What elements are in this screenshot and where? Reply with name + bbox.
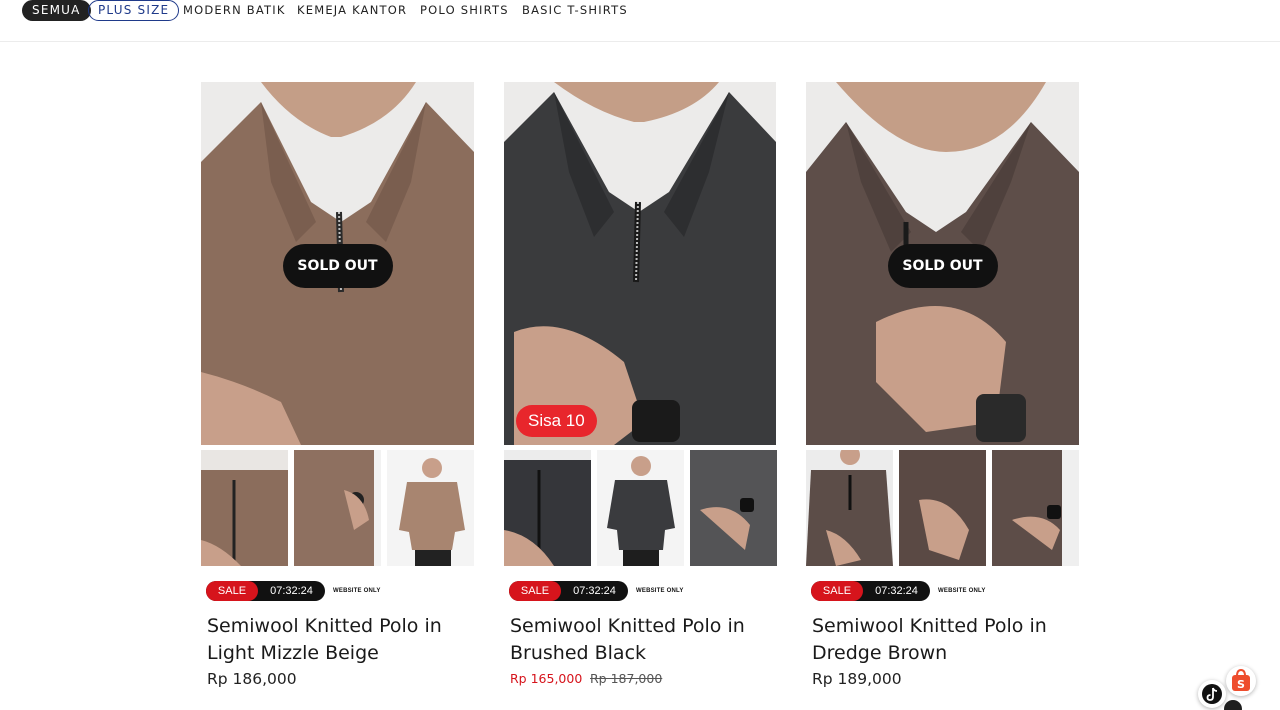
original-price: Rp 187,000 [590,671,663,686]
thumbnail-photo [597,450,684,566]
flash-sale-row: SALE 07:32:24 WEBSITE ONLY [509,581,769,601]
website-only-label: WEBSITE ONLY [333,588,381,594]
thumbnail-photo [201,450,288,566]
filter-chip-basic-t-shirts[interactable]: BASIC T-SHIRTS [522,0,628,21]
thumbnail-1[interactable] [806,450,893,566]
flash-sale-row: SALE 07:32:24 WEBSITE ONLY [811,581,1071,601]
product-title[interactable]: Semiwool Knitted Polo in Light Mizzle Be… [207,613,472,667]
sale-label: SALE [811,581,863,601]
product-title[interactable]: Semiwool Knitted Polo in Dredge Brown [812,613,1077,667]
thumbnail-3[interactable] [387,450,474,566]
product-title[interactable]: Semiwool Knitted Polo in Brushed Black [510,613,775,667]
product-photo [504,82,776,445]
category-filter-bar: SEMUA PLUS SIZE MODERN BATIK KEMEJA KANT… [0,0,1280,42]
product-price: Rp 189,000 [812,670,902,688]
product-main-image[interactable]: SOLD OUT [201,82,474,445]
thumbnail-3[interactable] [690,450,777,566]
product-main-image[interactable]: Sisa 10 [504,82,776,445]
filter-chip-modern-batik[interactable]: MODERN BATIK [183,0,286,21]
thumbnail-strip [504,450,777,566]
thumbnail-photo [504,450,591,566]
thumbnail-strip [201,450,474,566]
thumbnail-photo [992,450,1079,566]
thumbnail-photo [690,450,777,566]
thumbnail-2[interactable] [294,450,381,566]
tiktok-button[interactable] [1198,680,1226,708]
countdown-timer: 07:32:24 [875,585,918,597]
sale-timer-pill: SALE 07:32:24 [811,581,930,601]
product-card[interactable]: Sisa 10 SALE 07:32:24 WEBSITE ONLY Semiw… [504,82,777,686]
website-only-label: WEBSITE ONLY [636,588,684,594]
thumbnail-2[interactable] [899,450,986,566]
countdown-timer: 07:32:24 [573,585,616,597]
svg-text:S: S [1237,678,1245,691]
product-card[interactable]: SOLD OUT SALE 07:32:24 WEBSITE ONLY Semi… [201,82,474,688]
thumbnail-photo [387,450,474,566]
sale-timer-pill: SALE 07:32:24 [509,581,628,601]
sold-out-badge: SOLD OUT [887,244,998,288]
product-main-image[interactable]: SOLD OUT [806,82,1079,445]
thumbnail-1[interactable] [504,450,591,566]
flash-sale-row: SALE 07:32:24 WEBSITE ONLY [206,581,466,601]
sold-out-badge: SOLD OUT [282,244,393,288]
thumbnail-photo [294,450,381,566]
website-only-label: WEBSITE ONLY [938,588,986,594]
sale-price: Rp 165,000 [510,671,583,686]
sale-timer-pill: SALE 07:32:24 [206,581,325,601]
countdown-timer: 07:32:24 [270,585,313,597]
chat-widget-dot[interactable] [1224,700,1242,710]
sale-label: SALE [206,581,258,601]
filter-chip-plus-size[interactable]: PLUS SIZE [88,0,180,21]
product-price: Rp 186,000 [207,670,297,688]
shopee-bag-icon: S [1232,668,1250,691]
thumbnail-strip [806,450,1079,566]
thumbnail-photo [806,450,893,566]
filter-chip-kemeja-kantor[interactable]: KEMEJA KANTOR [297,0,407,21]
thumbnail-2[interactable] [597,450,684,566]
product-card[interactable]: SOLD OUT SALE 07:32:24 WEBSITE ONLY Semi… [806,82,1079,688]
tiktok-icon [1202,684,1222,704]
filter-chip-semua[interactable]: SEMUA [22,0,91,21]
shopee-button[interactable]: S [1226,666,1256,696]
filter-chip-polo-shirts[interactable]: POLO SHIRTS [420,0,509,21]
thumbnail-photo [899,450,986,566]
thumbnail-3[interactable] [992,450,1079,566]
sale-label: SALE [509,581,561,601]
stock-left-badge: Sisa 10 [516,405,597,437]
thumbnail-1[interactable] [201,450,288,566]
